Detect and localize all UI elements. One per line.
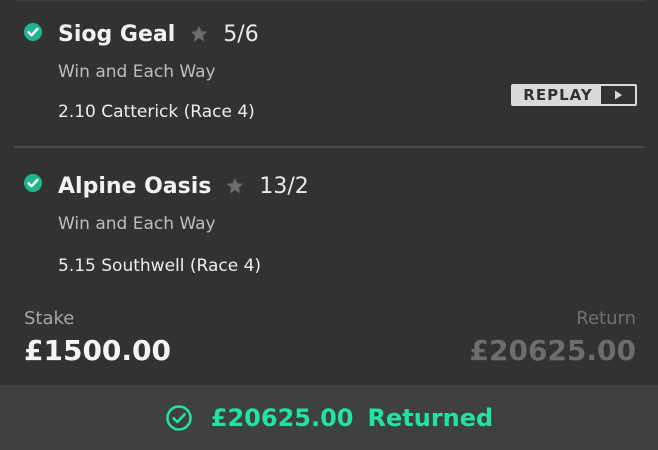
selection-1: Siog Geal 5/6 Win and Each Way 2.10 Catt… (0, 0, 658, 146)
check-circle-icon (24, 23, 42, 41)
play-icon (601, 86, 635, 104)
event-name: 2.10 Catterick (Race 4) (58, 102, 255, 122)
selection-header: Siog Geal 5/6 (58, 19, 259, 49)
replay-button[interactable]: REPLAY (511, 84, 637, 106)
market-type: Win and Each Way (58, 214, 216, 234)
stake-value: £1500.00 (24, 334, 172, 367)
selection-header: Alpine Oasis 13/2 (58, 171, 309, 201)
selection-2: Alpine Oasis 13/2 Win and Each Way 5.15 … (0, 152, 658, 292)
star-icon[interactable] (189, 24, 209, 44)
replay-label: REPLAY (513, 86, 601, 104)
returned-status: Returned (367, 403, 494, 432)
market-type: Win and Each Way (58, 62, 216, 82)
horse-name: Siog Geal (58, 21, 176, 47)
star-icon[interactable] (225, 176, 245, 196)
check-circle-outline-icon (166, 404, 192, 431)
event-name: 5.15 Southwell (Race 4) (58, 256, 262, 276)
odds-price: 13/2 (259, 173, 309, 199)
selection-divider (14, 146, 644, 148)
odds-price: 5/6 (223, 21, 259, 47)
returned-banner-content: £20625.00 Returned (0, 385, 658, 450)
horse-name: Alpine Oasis (58, 173, 212, 199)
bet-card: Siog Geal 5/6 Win and Each Way 2.10 Catt… (0, 0, 658, 450)
check-circle-icon (24, 174, 42, 192)
return-label: Return (576, 308, 636, 329)
return-value: £20625.00 (469, 334, 637, 367)
returned-amount: £20625.00 (210, 403, 354, 432)
returned-banner: £20625.00 Returned (0, 385, 658, 450)
stake-label: Stake (24, 308, 75, 329)
